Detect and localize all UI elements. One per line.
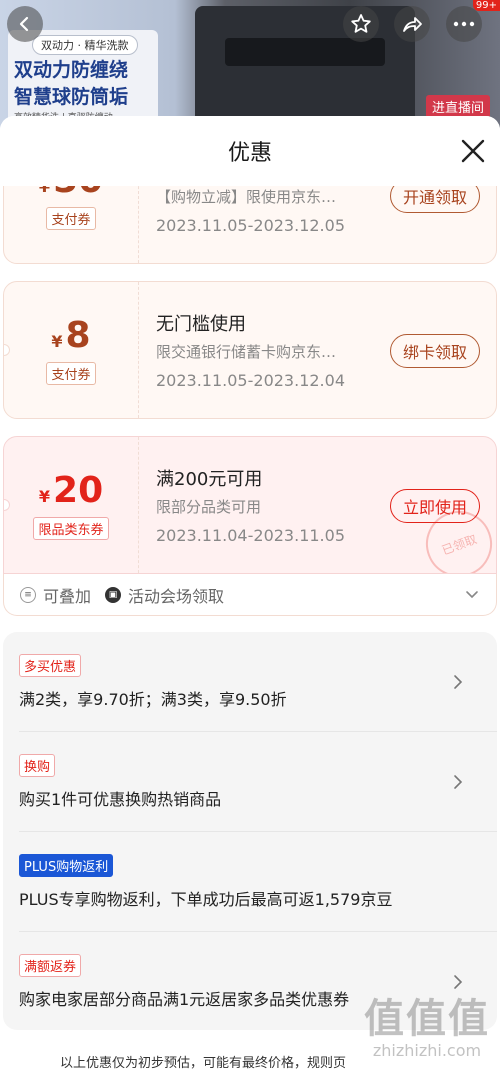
coupon-type-tag: 限品类东券 [33, 516, 109, 540]
promotion-tag: 多买优惠 [19, 654, 82, 677]
watermark-logo: 值值值 [364, 996, 490, 1042]
coupon-date: 2023.11.04-2023.11.05 [156, 526, 345, 545]
disclaimer-text: 以上优惠仅为初步预估，可能有最终价格，规则页 [60, 1056, 347, 1070]
promotion-text: 满2类，享9.70折；满3类，享9.50折 [19, 690, 287, 709]
venue-info: ▣ 活动会场领取 [105, 583, 224, 607]
coupon-value: 20 [53, 469, 104, 511]
coupon-footer: ≡ 可叠加 ▣ 活动会场领取 [3, 574, 497, 616]
watermark-url: zhizhizhi.com [372, 1041, 482, 1060]
promo-line-2: 智慧球防筒垢 [14, 86, 129, 108]
coupon-type-tag: 支付券 [46, 206, 96, 230]
coupon-date: 2023.11.05-2023.12.05 [156, 216, 345, 235]
close-icon [461, 139, 485, 163]
currency-symbol: ¥ [51, 331, 63, 351]
promo-pill: 双动力 · 精华洗款 [32, 35, 138, 55]
coupon-desc: 限交通银行储蓄卡购京东… [156, 343, 337, 361]
promotion-list: 多买优惠 满2类，享9.70折；满3类，享9.50折 换购 购买1件可优惠换购热… [3, 632, 497, 1030]
promotion-text: 购家电家居部分商品满1元返居家多品类优惠券 [19, 990, 350, 1009]
coupon-amount: ¥ 8 [51, 314, 91, 356]
sheet-title: 优惠 [227, 141, 272, 166]
promotion-row[interactable]: PLUS购物返利 PLUS专享购物返利，下单成功后最高可返1,579京豆 [19, 832, 497, 932]
coupon-amount: ¥ 20 [38, 469, 104, 511]
coupon-title: 满200元可用 [156, 469, 263, 490]
promotion-tag: 满额返券 [19, 954, 82, 977]
chevron-down-icon[interactable] [464, 586, 480, 602]
live-room-button[interactable]: 进直播间 [425, 95, 490, 118]
coupon-type-tag: 支付券 [46, 361, 96, 385]
coupon-body: 满200元可用 限部分品类可用 2023.11.04-2023.11.05 立即… [156, 437, 496, 573]
coupon-action-button[interactable]: 绑卡领取 [389, 334, 480, 368]
watermark: 值值值 zhizhizhi.com [364, 997, 490, 1060]
machine-panel [225, 38, 385, 66]
discount-sheet: 优惠 ¥ 50 支付券 【购物立减】限使用京东… 2023.11.05-2023… [0, 116, 500, 1070]
stack-icon: ≡ [20, 586, 36, 603]
back-button[interactable] [7, 6, 43, 42]
stackable-label: 可叠加 [43, 586, 92, 606]
star-icon [351, 14, 371, 33]
promotion-text: PLUS专享购物返利，下单成功后最高可返1,579京豆 [19, 890, 393, 909]
coupon-date: 2023.11.05-2023.12.04 [156, 371, 345, 390]
coupon-value: 8 [65, 314, 91, 356]
more-icon [453, 21, 475, 27]
coupon-body: 无门槛使用 限交通银行储蓄卡购京东… 2023.11.05-2023.12.04… [156, 282, 496, 418]
venue-label: 活动会场领取 [128, 586, 225, 606]
promotion-row[interactable]: 换购 购买1件可优惠换购热销商品 [19, 732, 497, 832]
stackable-info: ≡ 可叠加 [20, 583, 91, 607]
coupon-amount-area: ¥ 20 限品类东券 [4, 437, 139, 573]
promotion-text: 购买1件可优惠换购热销商品 [19, 790, 222, 809]
coupon-desc: 【购物立减】限使用京东… [156, 188, 337, 206]
promotion-tag: 换购 [19, 754, 56, 777]
chevron-left-icon [19, 16, 29, 32]
coupon-desc: 限部分品类可用 [156, 498, 262, 516]
currency-symbol: ¥ [38, 486, 51, 506]
message-count-badge: 99+ [472, 0, 500, 11]
coupon-card: ¥ 20 限品类东券 满200元可用 限部分品类可用 2023.11.04-20… [3, 436, 497, 574]
close-button[interactable] [458, 136, 488, 166]
favorite-button[interactable] [343, 6, 379, 42]
sheet-header: 优惠 [0, 116, 500, 186]
chevron-right-icon [454, 675, 463, 689]
coupon-card: ¥ 8 支付券 无门槛使用 限交通银行储蓄卡购京东… 2023.11.05-20… [3, 281, 497, 419]
share-button[interactable] [394, 6, 430, 42]
chevron-right-icon [454, 975, 463, 989]
chevron-right-icon [454, 775, 463, 789]
promo-card: 双动力 · 精华洗款 双动力防缠绕 智慧球防筒垢 高效精华洗 | 直驱防缠动 [8, 30, 158, 125]
share-icon [403, 17, 422, 32]
promo-line-1: 双动力防缠绕 [14, 59, 129, 81]
promotion-tag: PLUS购物返利 [19, 854, 114, 877]
more-button[interactable] [446, 6, 482, 42]
venue-icon: ▣ [105, 586, 122, 603]
coupon-amount-area: ¥ 8 支付券 [4, 282, 139, 418]
promotion-row[interactable]: 多买优惠 满2类，享9.70折；满3类，享9.50折 [19, 632, 497, 732]
coupon-title: 无门槛使用 [156, 314, 246, 335]
